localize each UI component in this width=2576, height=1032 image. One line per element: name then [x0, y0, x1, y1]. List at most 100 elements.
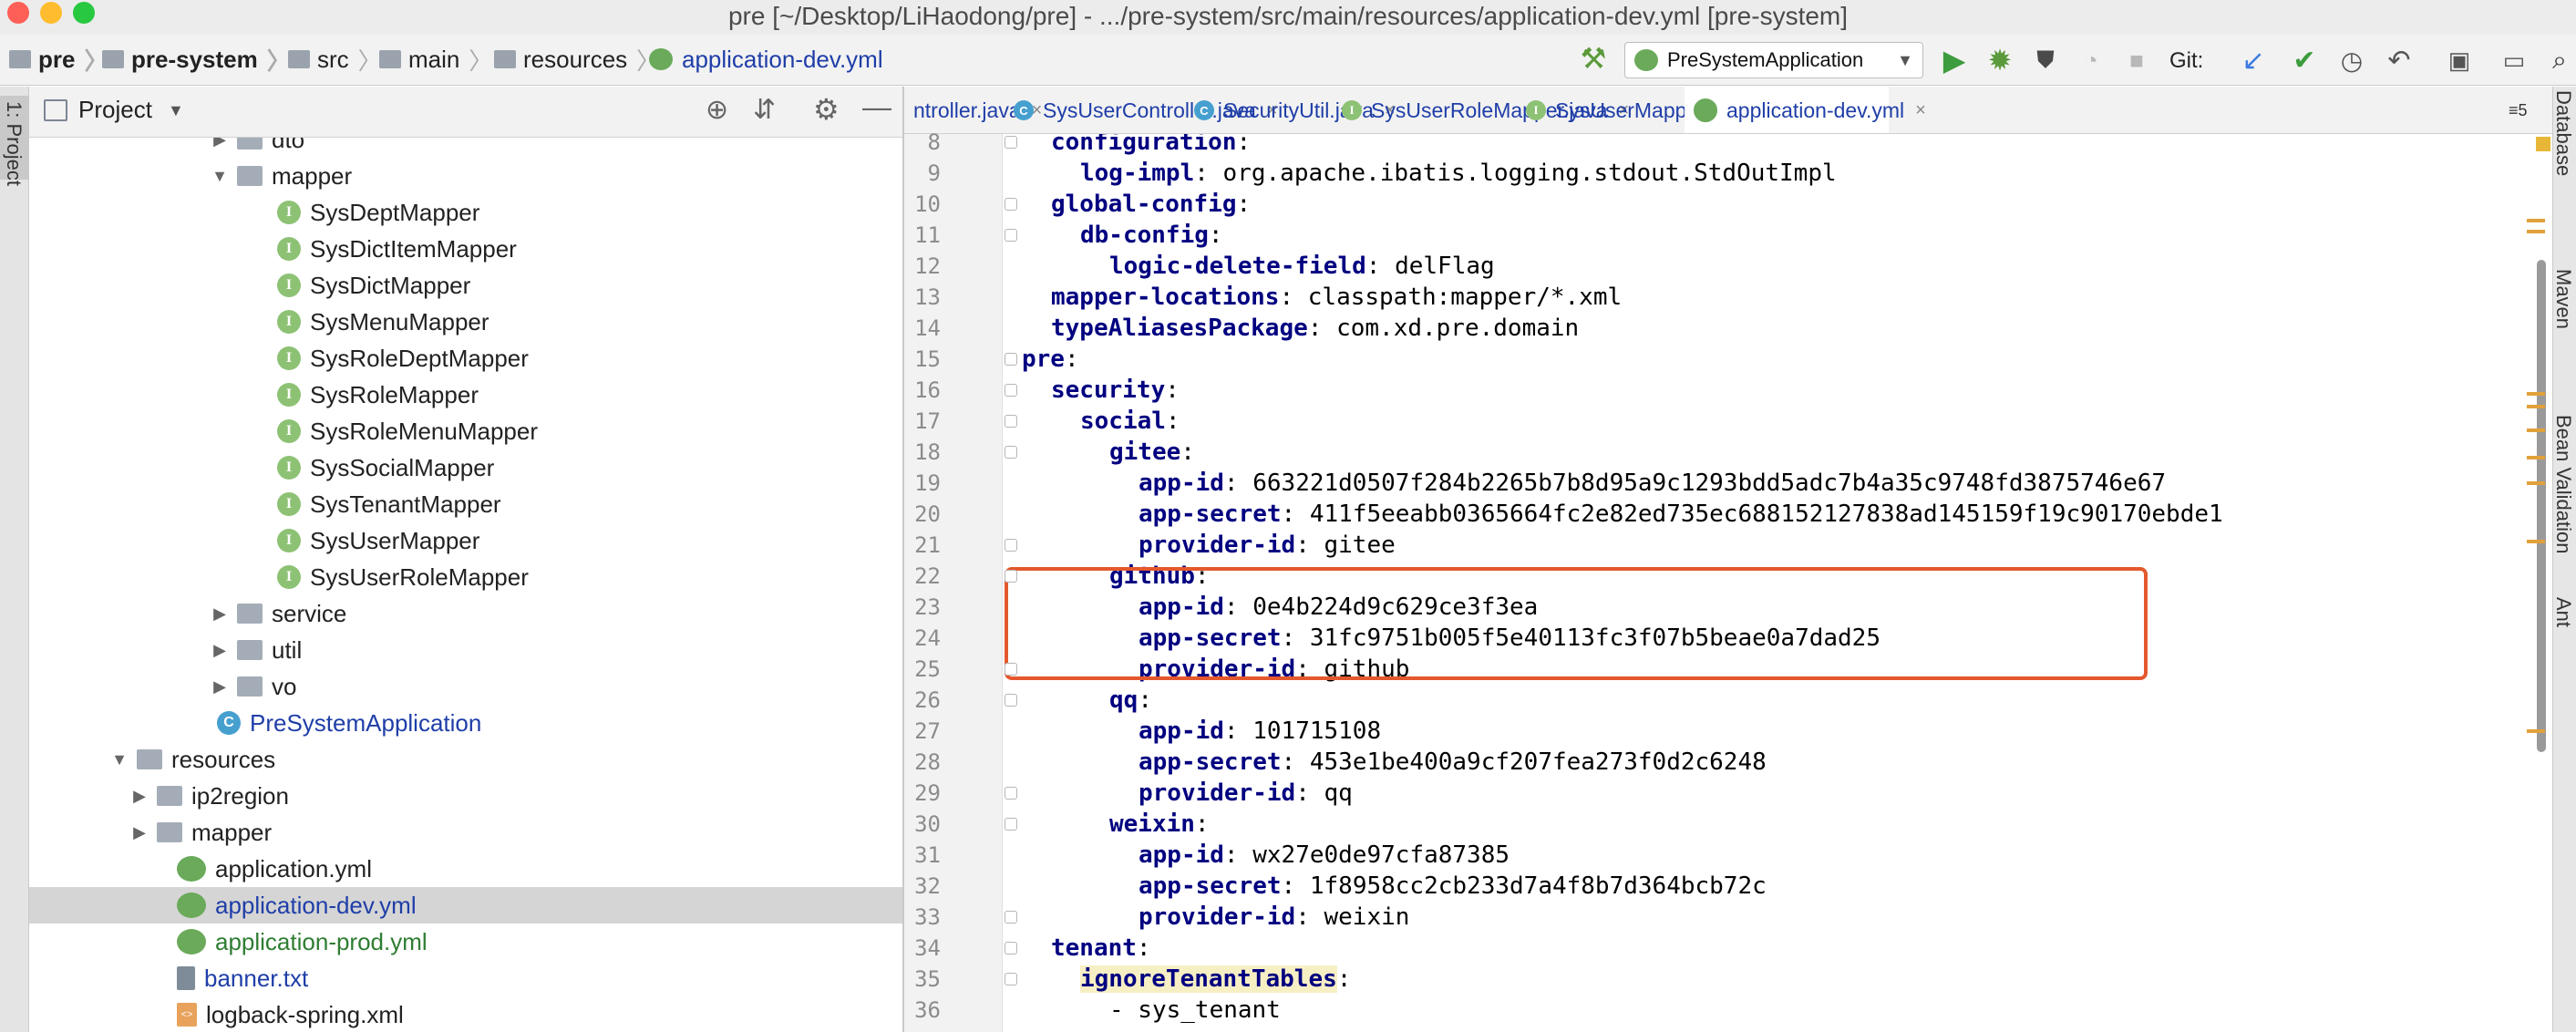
- editor-tab-securityutil-java[interactable]: C SecurityUtil.java ×: [1185, 87, 1396, 133]
- code-line[interactable]: typeAliasesPackage: com.xd.pre.domain: [1051, 313, 1579, 344]
- breadcrumb-pre-system[interactable]: pre-system 〉: [102, 44, 291, 75]
- fold-marker-icon[interactable]: [1005, 911, 1017, 924]
- code-line[interactable]: global-config:: [1051, 189, 1251, 220]
- tree-folder-mapper[interactable]: ▶ mapper: [29, 814, 902, 851]
- chevron-right-icon[interactable]: ▶: [210, 677, 230, 697]
- tree-folder-ip2region[interactable]: ▶ ip2region: [29, 778, 902, 814]
- scroll-marker[interactable]: [2527, 392, 2545, 396]
- tree-file-logback-spring-xml[interactable]: <> logback-spring.xml: [29, 996, 902, 1032]
- scroll-marker[interactable]: [2527, 481, 2545, 485]
- code-line[interactable]: app-id: wx27e0de97cfa87385: [1139, 840, 1510, 871]
- ant-tool-label[interactable]: Ant: [2551, 597, 2575, 627]
- tree-file-application-prod-yml[interactable]: application-prod.yml: [29, 924, 902, 960]
- fold-marker-icon[interactable]: [1005, 973, 1017, 986]
- tree-file-sysmenumapper[interactable]: I SysMenuMapper: [29, 304, 902, 340]
- tree-file-sysdeptmapper[interactable]: I SysDeptMapper: [29, 194, 902, 231]
- hide-panel-icon[interactable]: —: [862, 90, 891, 124]
- fold-marker-icon[interactable]: [1005, 415, 1017, 428]
- code-line[interactable]: mapper-locations: classpath:mapper/*.xml: [1051, 282, 1622, 313]
- code-line[interactable]: app-secret: 453e1be400a9cf207fea273f0d2c…: [1139, 747, 1767, 778]
- scroll-marker[interactable]: [2527, 729, 2545, 733]
- code-line[interactable]: qq:: [1109, 685, 1152, 716]
- tree-file-sysrolemenumapper[interactable]: I SysRoleMenuMapper: [29, 413, 902, 449]
- code-line[interactable]: app-secret: 1f8958cc2cb233d7a4f8b7d364bc…: [1139, 871, 1767, 902]
- code-line[interactable]: app-id: 101715108: [1139, 716, 1381, 747]
- editor-tab-application-dev-yml[interactable]: application-dev.yml ×: [1685, 87, 1926, 133]
- editor-scrollbar[interactable]: [2537, 260, 2546, 752]
- tree-file-banner-txt[interactable]: banner.txt: [29, 960, 902, 996]
- tree-folder-dto[interactable]: ▶ dto: [29, 138, 902, 158]
- chevron-down-icon[interactable]: ▼: [109, 750, 129, 769]
- breadcrumb-main[interactable]: main 〉: [379, 44, 492, 75]
- build-hammer-icon[interactable]: ⚒: [1575, 40, 1612, 77]
- tree-file-sysuserrolemapper[interactable]: I SysUserRoleMapper: [29, 559, 902, 595]
- maven-tool-label[interactable]: Maven: [2551, 269, 2575, 329]
- tree-file-sysroledeptmapper[interactable]: I SysRoleDeptMapper: [29, 340, 902, 377]
- code-line[interactable]: pre:: [1022, 344, 1079, 375]
- editor-tab-sysuserrolemapper-java[interactable]: I SysUserRoleMapper.java ×: [1333, 87, 1629, 133]
- fold-marker-icon[interactable]: [1005, 818, 1017, 831]
- fold-marker-icon[interactable]: [1005, 787, 1017, 800]
- fold-marker-icon[interactable]: [1005, 942, 1017, 955]
- tree-folder-service[interactable]: ▶ service: [29, 595, 902, 632]
- code-line[interactable]: social:: [1080, 406, 1180, 437]
- code-line[interactable]: configuration:: [1051, 134, 1251, 158]
- run-configuration-dropdown[interactable]: PreSystemApplication ▼: [1624, 42, 1923, 78]
- project-structure-icon[interactable]: ▣: [2443, 44, 2476, 77]
- code-line[interactable]: security:: [1051, 375, 1180, 406]
- profile-icon[interactable]: ◔: [2075, 44, 2107, 77]
- tree-folder-mapper[interactable]: ▼ mapper: [29, 158, 902, 194]
- tree-file-application-dev-yml[interactable]: application-dev.yml: [29, 887, 902, 924]
- chevron-right-icon[interactable]: ▶: [210, 138, 230, 150]
- tree-file-sysusermapper[interactable]: I SysUserMapper: [29, 522, 902, 559]
- code-line[interactable]: logic-delete-field: delFlag: [1109, 251, 1495, 282]
- code-line[interactable]: provider-id: qq: [1139, 778, 1353, 809]
- chevron-right-icon[interactable]: ▶: [210, 604, 230, 624]
- coverage-icon[interactable]: ⛊: [2029, 44, 2062, 77]
- chevron-right-icon[interactable]: ▶: [210, 641, 230, 660]
- breadcrumb-pre[interactable]: pre 〉: [9, 44, 108, 75]
- locate-file-icon[interactable]: ⊕: [706, 94, 728, 126]
- tree-file-sysdictitemmapper[interactable]: I SysDictItemMapper: [29, 231, 902, 267]
- fold-marker-icon[interactable]: [1005, 446, 1017, 459]
- debug-icon[interactable]: ✹: [1984, 44, 2016, 77]
- code-line[interactable]: provider-id: weixin: [1139, 902, 1409, 933]
- fold-marker-icon[interactable]: [1005, 694, 1017, 707]
- editor-tab-sysusermapper-java[interactable]: ISysUserMapper.java×: [1517, 87, 1770, 133]
- scroll-marker[interactable]: [2527, 219, 2545, 222]
- git-update-icon[interactable]: ↙: [2237, 44, 2270, 77]
- code-line[interactable]: weixin:: [1109, 809, 1210, 840]
- fold-marker-icon[interactable]: [1005, 136, 1017, 149]
- code-line[interactable]: provider-id: gitee: [1139, 530, 1396, 561]
- code-line[interactable]: app-id: 663221d0507f284b2265b7b8d95a9c12…: [1139, 468, 2166, 499]
- fold-marker-icon[interactable]: [1005, 384, 1017, 397]
- code-line[interactable]: tenant:: [1051, 933, 1151, 964]
- breadcrumb-application-dev-yml[interactable]: application-dev.yml: [649, 44, 883, 75]
- tree-folder-util[interactable]: ▶ util: [29, 632, 902, 668]
- tree-file-syssocialmapper[interactable]: I SysSocialMapper: [29, 449, 902, 486]
- bean-validation-tool-label[interactable]: Bean Validation: [2551, 415, 2575, 554]
- terminal-icon[interactable]: ▭: [2498, 44, 2530, 77]
- collapse-all-icon[interactable]: ⇵: [753, 94, 776, 126]
- editor-tab-sysusercontroller-java[interactable]: C SysUserController.java ×: [1005, 87, 1278, 133]
- scroll-marker[interactable]: [2527, 230, 2545, 233]
- scroll-marker[interactable]: [2527, 456, 2545, 459]
- code-line[interactable]: log-impl: org.apache.ibatis.logging.stdo…: [1080, 158, 1837, 189]
- search-icon[interactable]: ⌕: [2543, 44, 2576, 77]
- fold-marker-icon[interactable]: [1005, 570, 1017, 583]
- tree-folder-vo[interactable]: ▶ vo: [29, 668, 902, 705]
- code-line[interactable]: ignoreTenantTables:: [1080, 964, 1351, 995]
- scroll-marker[interactable]: [2527, 540, 2545, 543]
- tree-file-sysrolemapper[interactable]: I SysRoleMapper: [29, 377, 902, 413]
- fold-marker-icon[interactable]: [1005, 229, 1017, 242]
- tree-file-presystemapplication[interactable]: C PreSystemApplication: [29, 705, 902, 741]
- fold-marker-icon[interactable]: [1005, 198, 1017, 211]
- gear-icon[interactable]: ⚙: [813, 92, 840, 127]
- database-tool-label[interactable]: Database: [2551, 90, 2575, 176]
- stop-icon[interactable]: ■: [2120, 44, 2153, 77]
- breadcrumb-src[interactable]: src 〉: [288, 44, 382, 75]
- fold-marker-icon[interactable]: [1005, 353, 1017, 366]
- tab-overflow-button[interactable]: ≡5: [2509, 87, 2550, 133]
- fold-marker-icon[interactable]: [1005, 539, 1017, 552]
- code-line[interactable]: app-secret: 411f5eeabb0365664fc2e82ed735…: [1139, 499, 2223, 530]
